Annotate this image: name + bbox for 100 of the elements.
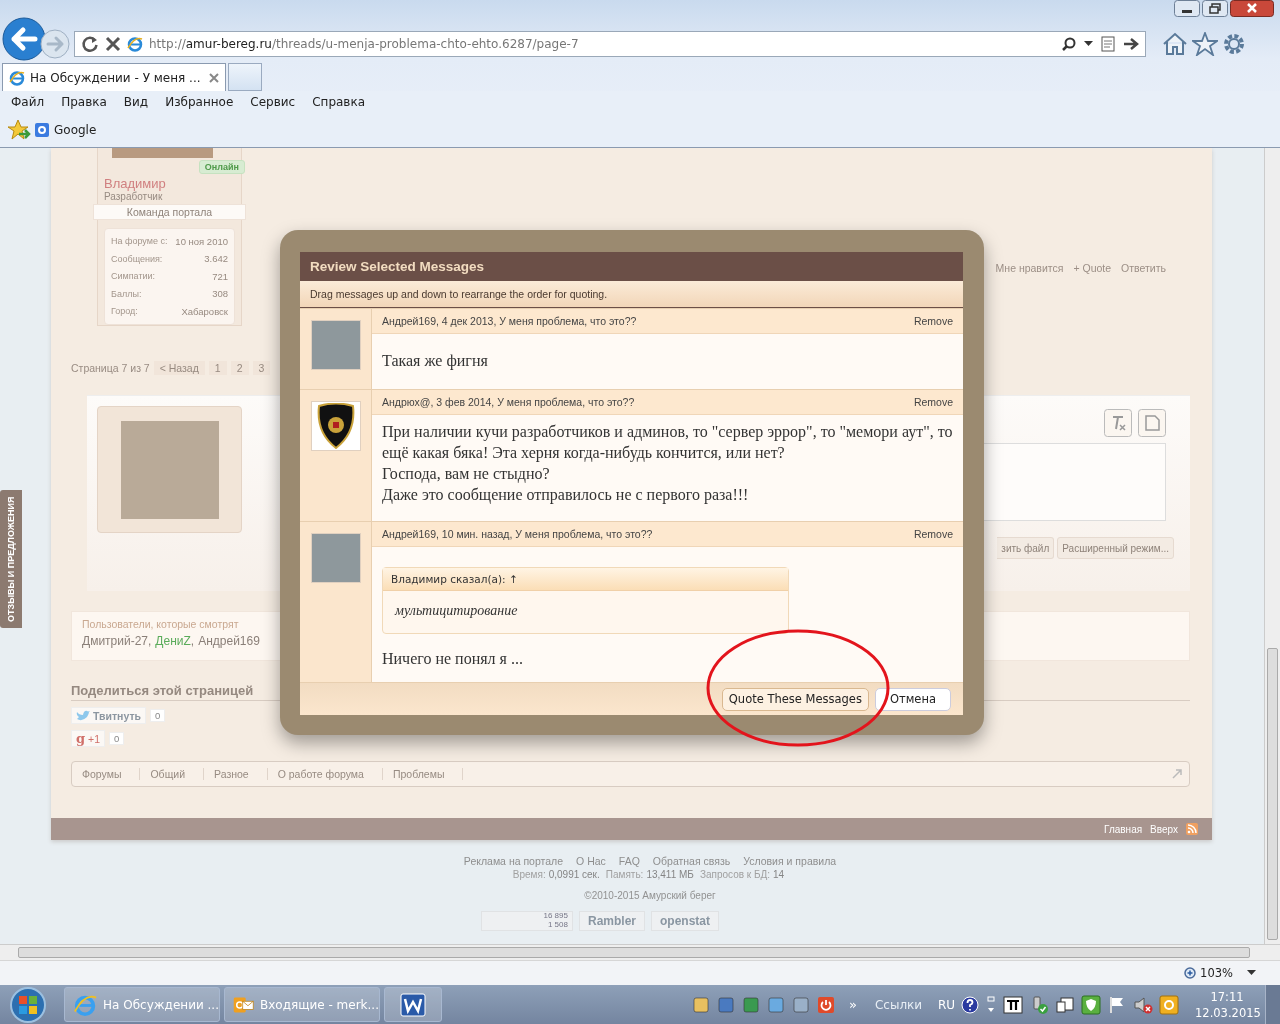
remove-link[interactable]: Remove [913,315,953,327]
tweet-button[interactable]: Твитнуть [71,707,146,724]
clock[interactable]: 17:11 12.03.2015 [1195,988,1259,1021]
editor-button[interactable]: Расширенный режим... [1057,537,1174,559]
remove-link[interactable]: Remove [913,396,953,408]
browser-tab[interactable]: На Обсуждении - У меня ... [2,63,226,92]
editor-button[interactable]: зить файл [997,537,1055,559]
quote-author: Владимир сказал(а): ↑ [383,568,788,591]
page-link[interactable]: 2 [230,361,249,375]
user-link[interactable]: ДениZ [155,634,191,648]
quote-button[interactable]: Quote These Messages [721,687,869,711]
minimize-icon[interactable] [1174,0,1200,17]
quick-launch-icon[interactable] [767,995,785,1014]
mail-app-icon[interactable] [1159,994,1179,1015]
more-toolbars-button[interactable]: » [849,997,857,1012]
quick-launch-icon[interactable] [742,995,760,1014]
stat-value: Хабаровск [181,305,228,317]
post-action-link[interactable]: + Quote [1073,262,1112,276]
shield-icon[interactable] [1081,994,1101,1015]
quick-launch-icon[interactable] [792,995,810,1014]
vertical-scrollbar[interactable] [1264,148,1280,945]
plus-one-button[interactable]: g +1 [71,730,106,747]
speaker-muted-icon[interactable] [1133,994,1153,1015]
rss-icon[interactable] [1186,823,1198,835]
counter-badge[interactable]: Rambler [578,911,645,931]
post-action-link[interactable]: Мне нравится [995,262,1064,276]
search-icon[interactable] [1062,36,1076,51]
stat-label: Симпатии: [111,271,156,282]
help-icon[interactable] [961,995,979,1014]
network-icon[interactable] [1055,994,1075,1015]
user-link[interactable]: Дмитрий-27 [82,634,148,648]
footer-link[interactable]: FAQ [618,855,640,867]
footer-link[interactable]: Главная [1104,823,1143,835]
stat-value: 721 [212,270,228,282]
breadcrumb-link[interactable]: Форумы [72,768,141,780]
new-tab-button[interactable] [228,63,262,92]
footer-link[interactable]: Условия и правила [743,855,837,867]
favorite-link[interactable]: Google [35,123,97,138]
stat-label: Баллы: [111,288,142,299]
feedback-tab[interactable]: ОТЗЫВЫ И ПРЕДЛОЖЕНИЯ [0,490,22,628]
quick-launch-icon[interactable] [717,995,735,1014]
clear-format-icon[interactable] [1104,409,1132,437]
separator: , [148,634,152,648]
user-name[interactable]: Владимир [104,175,235,191]
taskbar-button[interactable]: На Обсуждении ... [64,987,220,1022]
remove-link[interactable]: Remove [913,528,953,540]
pi-icon[interactable] [1003,995,1023,1014]
dropdown-caret-icon[interactable] [1247,970,1256,976]
stat-value: 3.642 [204,253,228,265]
previous-page-link[interactable]: < Назад [153,361,205,375]
footer-link[interactable]: О Нас [576,855,606,867]
user-link[interactable]: Андрей169 [198,634,260,648]
favorites-add-icon[interactable] [7,119,31,142]
tab-title: На Обсуждении - У меня ... [30,70,202,85]
post-action-link[interactable]: Ответить [1121,262,1166,276]
breadcrumb-link[interactable]: Проблемы [382,768,464,780]
quick-launch-icon[interactable] [692,995,710,1014]
horizontal-scrollbar[interactable] [0,944,1280,961]
arrow-right-icon[interactable] [1123,36,1139,51]
taskbar-button[interactable] [384,987,442,1022]
zoom-control[interactable]: 103% [1184,966,1233,980]
menu-item[interactable]: Правка [61,95,107,110]
breadcrumb-link[interactable]: О работе форума [267,768,383,780]
power-icon[interactable] [817,995,835,1014]
menu-item[interactable]: Вид [123,95,149,110]
show-desktop-button[interactable] [1265,985,1280,1024]
menu-item[interactable]: Избранное [165,95,234,110]
start-button-icon[interactable] [8,985,48,1024]
page-link[interactable]: 3 [252,361,271,375]
links-toolbar-label[interactable]: Ссылки [874,997,923,1012]
back-icon[interactable] [2,16,46,61]
document-icon[interactable] [1101,35,1115,52]
taskbar-button[interactable]: Входящие - merk... [224,987,380,1022]
url-text[interactable]: http://amur-bereg.ru/threads/u-menja-problema-chto-ehto.6287/page-7 [149,36,579,51]
stop-icon[interactable] [105,35,121,52]
counter-badge[interactable]: openstat [651,911,719,931]
forward-icon[interactable] [40,28,70,59]
page-link[interactable]: 1 [208,361,227,375]
counter-badge[interactable]: 16 895 1 508 [480,911,573,931]
separator: , [190,634,195,648]
page-icon[interactable] [1138,409,1166,437]
menu-item[interactable]: Файл [11,95,45,110]
online-badge: Онлайн [198,159,245,174]
home-icon[interactable] [1162,31,1188,56]
footer-link[interactable]: Реклама на портале [463,855,564,867]
breadcrumb-link[interactable]: Общий [140,768,204,780]
close-icon[interactable] [1230,0,1274,17]
footer-link[interactable]: Обратная связь [652,855,731,867]
footer-link[interactable]: Вверх [1150,823,1178,835]
address-bar[interactable]: http://amur-bereg.ru/threads/u-menja-problema-chto-ehto.6287/page-7 [74,30,1146,57]
cancel-button[interactable]: Отмена [874,687,951,711]
favorites-star-icon[interactable] [1192,31,1218,56]
language-indicator[interactable]: RU [937,997,955,1012]
restore-icon[interactable] [1202,0,1228,17]
dropdown-caret-icon[interactable] [1084,40,1093,47]
refresh-icon[interactable] [81,34,99,53]
settings-icon[interactable] [1222,31,1246,56]
breadcrumb-link[interactable]: Разное [204,768,268,780]
menu-item[interactable]: Справка [312,95,366,110]
menu-item[interactable]: Сервис [250,95,296,110]
